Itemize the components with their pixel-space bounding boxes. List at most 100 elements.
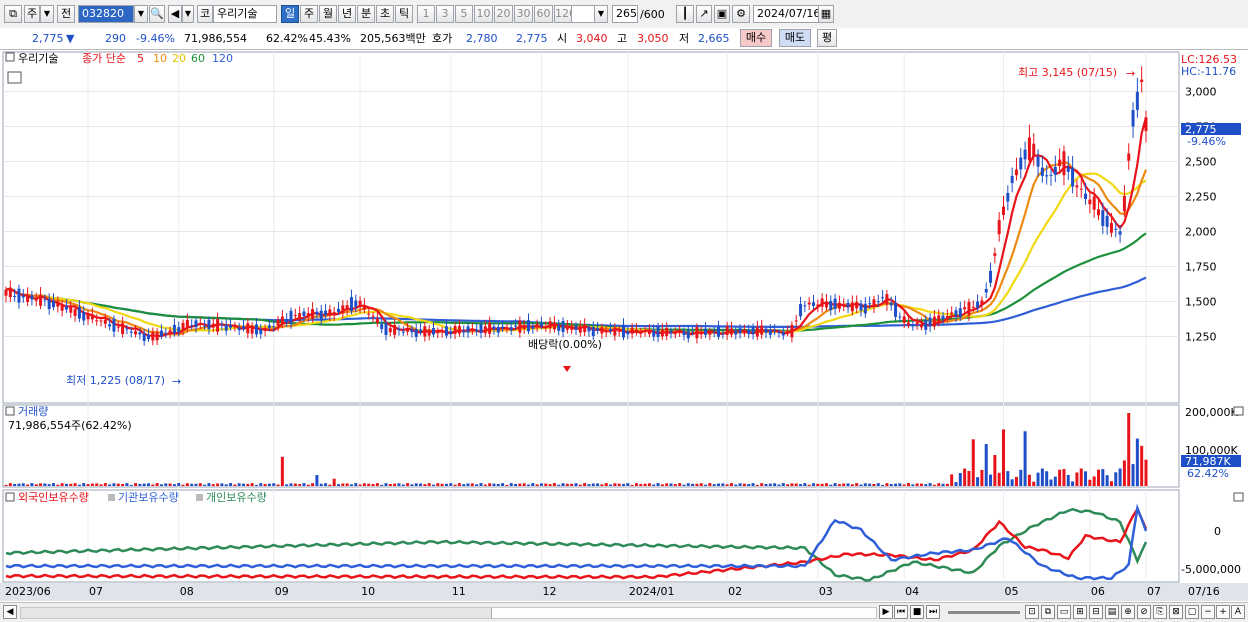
volume-bar (919, 483, 923, 486)
market-type-button[interactable]: 주 (24, 5, 40, 23)
volume-bar (138, 483, 142, 486)
period-button-6[interactable]: 틱 (395, 5, 413, 23)
interval-button-5[interactable]: 30 (514, 5, 533, 23)
period-button-5[interactable]: 초 (376, 5, 394, 23)
volume-bar (362, 483, 366, 486)
candle-body (924, 320, 928, 330)
candle-body (863, 303, 867, 314)
price-ytick: 1,500 (1185, 296, 1217, 309)
price-change: 290 (105, 32, 126, 45)
settings-icon[interactable]: ⚙ (732, 5, 750, 23)
chart-canvas[interactable]: 2023/06 07 08 09 10 11 12 2024/01 02 03 04 05 06 07 우… (0, 50, 1248, 606)
tool-icon-1[interactable]: ⊡ (1025, 605, 1039, 619)
jump-start-icon[interactable]: ⏮ (894, 605, 908, 619)
candle-body (483, 326, 487, 334)
sound-dropdown-icon[interactable]: ▼ (182, 5, 194, 23)
volume-bar (734, 484, 738, 486)
interval-button-1[interactable]: 3 (436, 5, 454, 23)
volume-bar (699, 483, 703, 486)
play-icon[interactable]: ⏭ (926, 605, 940, 619)
stock-chart[interactable]: 2023/06 07 08 09 10 11 12 2024/01 02 03 04 05 06 07 우… (0, 50, 1248, 606)
candle-body (565, 326, 569, 330)
period-button-3[interactable]: 년 (338, 5, 356, 23)
font-size-icon[interactable]: A (1231, 605, 1245, 619)
candle-body (984, 289, 988, 293)
candle-body (781, 331, 785, 336)
interval-button-6[interactable]: 60 (534, 5, 553, 23)
save-icon[interactable]: ▣ (714, 5, 730, 23)
volume-bar (444, 483, 448, 486)
candle-body (1140, 79, 1144, 82)
zoom-slider[interactable] (948, 611, 1020, 614)
interval-dropdown-icon[interactable]: ▼ (594, 5, 608, 23)
tool-icon-6[interactable]: ▤ (1105, 605, 1119, 619)
tool-icon-2[interactable]: ⧉ (1041, 605, 1055, 619)
draw-line-icon[interactable]: ↗ (696, 5, 712, 23)
zoom-out-icon[interactable]: − (1201, 605, 1215, 619)
volume-bar (172, 484, 176, 486)
tool-icon-5[interactable]: ⊟ (1089, 605, 1103, 619)
stock-code-input[interactable]: 032820 (78, 5, 134, 23)
x-axis-label: 11 (452, 585, 466, 598)
buy-button[interactable]: 매수 (740, 29, 772, 47)
code-dropdown-icon[interactable]: ▼ (134, 5, 148, 23)
volume-panel-close-icon[interactable] (1233, 406, 1244, 416)
holding-panel-close-icon[interactable] (1233, 492, 1244, 502)
volume-bar (69, 483, 73, 486)
volume-bar (876, 483, 880, 486)
tool-icon-7[interactable]: ⊕ (1121, 605, 1135, 619)
interval-button-2[interactable]: 5 (455, 5, 473, 23)
stock-name-field[interactable]: 우리기술 (213, 5, 277, 23)
market-type-dropdown-icon[interactable]: ▼ (40, 5, 54, 23)
candle-body (207, 319, 211, 330)
compare-button[interactable]: 전 (57, 5, 75, 23)
candle-icon[interactable]: ┃ (676, 5, 694, 23)
sell-button[interactable]: 매도 (779, 29, 811, 47)
scroll-left-icon[interactable]: ◀ (3, 605, 17, 619)
candle-body (1014, 169, 1018, 176)
interval-button-0[interactable]: 1 (417, 5, 435, 23)
tool-icon-10[interactable]: ⊠ (1169, 605, 1183, 619)
data-count-field[interactable]: 265 (612, 5, 638, 23)
stop-icon[interactable]: ■ (910, 605, 924, 619)
candle-body (509, 327, 513, 331)
candle-body (52, 300, 55, 308)
period-button-1[interactable]: 주 (300, 5, 318, 23)
candle-body (799, 303, 803, 317)
interval-button-3[interactable]: 10 (474, 5, 493, 23)
hc-label: HC:-11.76 (1181, 65, 1236, 78)
tool-icon-11[interactable]: ▢ (1185, 605, 1199, 619)
candle-body (855, 301, 859, 309)
scroll-track[interactable] (20, 607, 877, 619)
window-icon[interactable]: ⧉ (4, 5, 22, 23)
volume-bar (1105, 475, 1109, 486)
period-button-0[interactable]: 일 (281, 5, 299, 23)
interval-button-4[interactable]: 20 (494, 5, 513, 23)
tool-icon-3[interactable]: ▭ (1057, 605, 1071, 619)
period-button-2[interactable]: 월 (319, 5, 337, 23)
tool-icon-4[interactable]: ⊞ (1073, 605, 1087, 619)
tool-icon-9[interactable]: ⎘ (1153, 605, 1167, 619)
sound-icon[interactable]: ◀ (168, 5, 182, 23)
search-icon[interactable]: 🔍 (149, 5, 165, 23)
calendar-icon[interactable]: ▦ (818, 5, 834, 23)
candle-body (1084, 193, 1088, 200)
volume-bar (535, 484, 539, 486)
price-ytick: 1,250 (1185, 331, 1217, 344)
tool-icon-8[interactable]: ⊘ (1137, 605, 1151, 619)
volume-bar (708, 483, 712, 486)
volume-bar (190, 483, 194, 486)
date-field[interactable]: 2024/07/16 (753, 5, 820, 23)
volume-bar (742, 483, 746, 486)
candle-body (673, 333, 677, 335)
volume-bar (492, 483, 496, 486)
period-button-4[interactable]: 분 (357, 5, 375, 23)
zoom-in-icon[interactable]: + (1216, 605, 1230, 619)
volume-bar (639, 483, 643, 486)
volume-bar (786, 484, 790, 486)
evaluation-button[interactable]: 평 (817, 29, 837, 47)
current-change-label: -9.46% (1187, 135, 1226, 148)
calculator-icon[interactable] (7, 71, 22, 84)
scroll-right-icon[interactable]: ▶ (879, 605, 893, 619)
scroll-thumb[interactable] (491, 608, 876, 618)
